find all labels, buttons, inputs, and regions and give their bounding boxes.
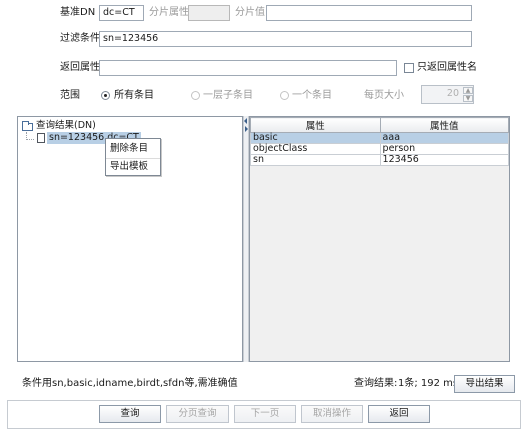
table-row[interactable]: sn 123456	[250, 154, 510, 166]
table-row[interactable]: basic aaa	[250, 132, 510, 144]
shard-attr-label: 分片属性	[149, 7, 189, 18]
tree-root-label[interactable]: 查询结果(DN)	[36, 120, 96, 132]
base-dn-input[interactable]: dc=CT	[99, 5, 144, 21]
attribute-table-pane[interactable]: 属性 属性值 basic aaa objectClass person sn 1…	[249, 116, 510, 362]
cell-attr[interactable]: sn	[250, 154, 381, 166]
base-dn-label: 基准DN	[60, 7, 96, 18]
return-attrs-input[interactable]	[99, 60, 397, 76]
export-results-button[interactable]: 导出结果	[454, 375, 515, 393]
header-attr-value[interactable]: 属性值	[379, 117, 510, 133]
scope-radio-base[interactable]	[280, 91, 289, 100]
scope-radio-onelevel[interactable]	[191, 91, 200, 100]
collapse-right-icon[interactable]	[245, 126, 248, 132]
return-attrs-label: 返回属性	[60, 62, 100, 73]
page-size-spinner[interactable]: 20 ▲ ▼	[421, 85, 474, 104]
result-label: 查询结果:	[354, 378, 398, 389]
scope-radio-all[interactable]	[101, 91, 110, 100]
cell-value[interactable]: aaa	[379, 132, 510, 144]
hint-text: 条件用sn,basic,idname,birdt,sfdn等,需准确值	[22, 378, 238, 389]
query-button[interactable]: 查询	[99, 405, 161, 423]
attribute-table[interactable]: 属性 属性值 basic aaa objectClass person sn 1…	[250, 117, 510, 166]
filter-label: 过滤条件	[60, 33, 100, 44]
shard-value-input[interactable]	[266, 5, 472, 21]
result-value: 1条; 192 ms	[398, 378, 459, 389]
tree-connector-h	[26, 139, 34, 140]
menu-item-delete-entry[interactable]: 删除条目	[106, 141, 160, 157]
scope-option-base-label: 一个条目	[292, 90, 332, 101]
header-attr[interactable]: 属性	[250, 117, 381, 133]
scope-label: 范围	[60, 90, 80, 101]
page-size-value: 20	[446, 88, 459, 99]
context-menu: 删除条目 导出模板	[105, 138, 161, 176]
scope-option-onelevel-label: 一层子条目	[203, 90, 253, 101]
cell-value[interactable]: 123456	[379, 154, 510, 166]
menu-item-export-template[interactable]: 导出模板	[106, 159, 160, 175]
shard-value-label: 分片值	[235, 7, 265, 18]
file-icon	[37, 133, 45, 143]
cancel-button[interactable]: 取消操作	[301, 405, 363, 423]
page-query-button[interactable]: 分页查询	[166, 405, 229, 423]
next-page-button[interactable]: 下一页	[234, 405, 296, 423]
folder-icon	[22, 121, 33, 131]
only-attr-names-label: 只返回属性名	[417, 62, 477, 73]
filter-input[interactable]: sn=123456	[99, 31, 472, 47]
spin-up-icon[interactable]: ▲	[463, 87, 473, 94]
collapse-left-icon[interactable]	[244, 118, 247, 124]
back-button[interactable]: 返回	[368, 405, 430, 423]
cell-attr[interactable]: objectClass	[250, 143, 381, 155]
shard-attr-input[interactable]	[188, 5, 230, 21]
page-size-label: 每页大小	[364, 90, 404, 101]
cell-attr[interactable]: basic	[250, 132, 381, 144]
spin-down-icon[interactable]: ▼	[463, 95, 473, 102]
table-row[interactable]: objectClass person	[250, 143, 510, 155]
scope-option-all-label: 所有条目	[114, 90, 154, 101]
cell-value[interactable]: person	[379, 143, 510, 155]
only-attr-names-checkbox[interactable]	[404, 63, 414, 73]
